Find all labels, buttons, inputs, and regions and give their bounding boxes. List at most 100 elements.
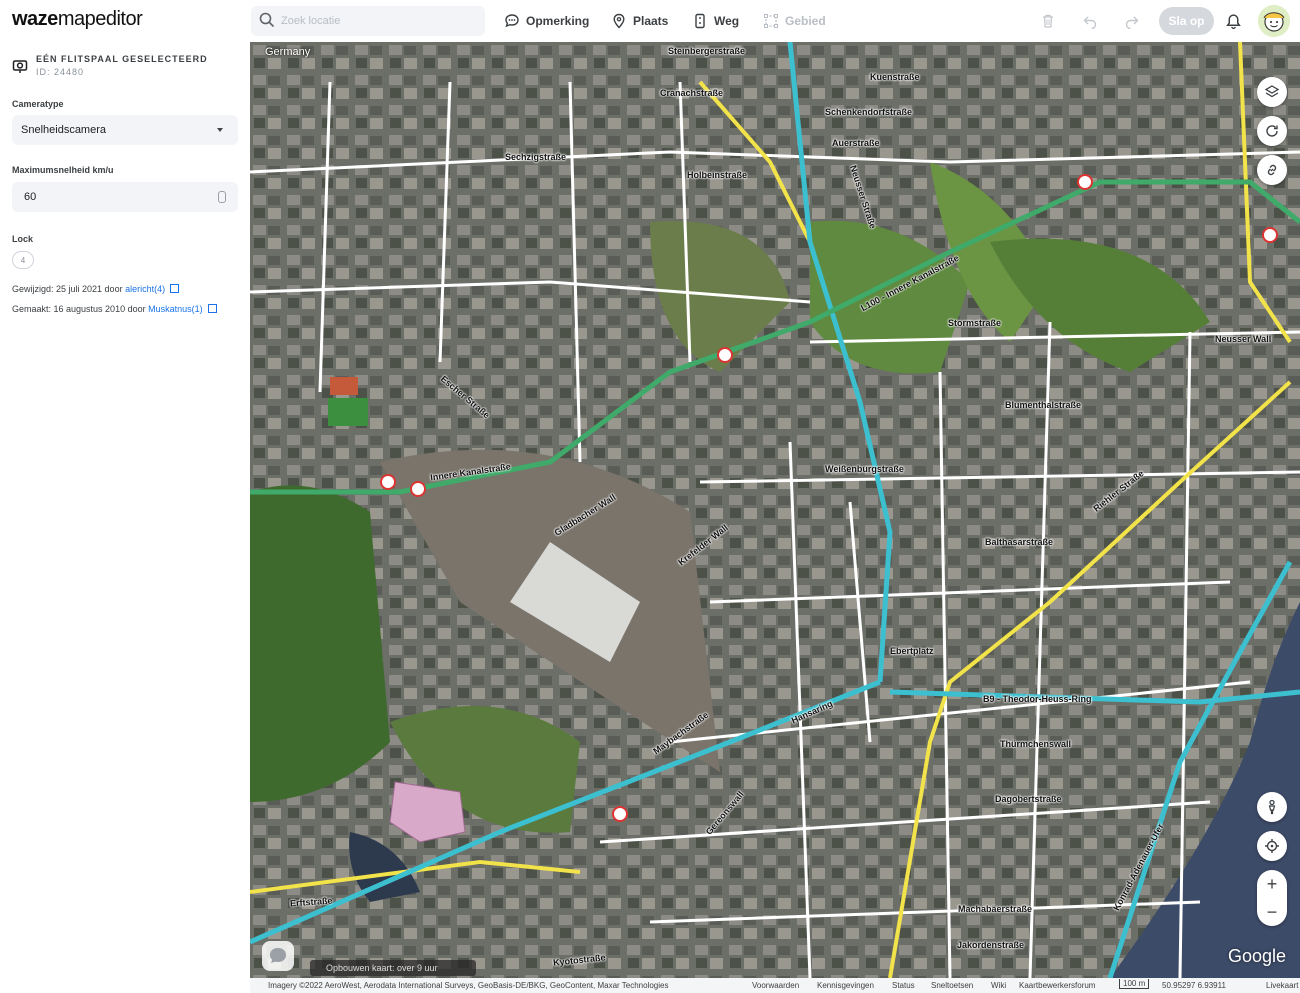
logo-light-text: mapeditor [57, 8, 143, 30]
lock-level-button[interactable]: 4 [12, 251, 34, 269]
street-label: Holbeinstraße [687, 170, 748, 180]
refresh-icon [1266, 125, 1278, 137]
status-link[interactable]: Status [892, 981, 915, 990]
street-label: Stormstraße [948, 318, 1002, 328]
terms-link[interactable]: Voorwaarden [752, 981, 799, 990]
street-label: Balthasarstraße [985, 537, 1054, 547]
stepper-icon[interactable] [218, 191, 226, 203]
area-tool-button[interactable]: Gebied [763, 11, 826, 31]
street-label: Sechzigstraße [505, 152, 567, 162]
updated-prefix: Gewijzigd: 25 juli 2021 door [12, 284, 123, 294]
road-tool-label: Weg [714, 14, 740, 28]
zoom-out-button[interactable]: − [1257, 898, 1287, 926]
zoom-control: + − [1257, 870, 1287, 926]
street-label: Schenkendorfstraße [825, 107, 913, 117]
user-avatar[interactable] [1258, 5, 1290, 37]
feature-sidebar: EÉN FLITSPAAL GESELECTEERD ID: 24480 Cam… [0, 42, 250, 993]
bell-icon [1225, 13, 1241, 29]
camera-type-value: Snelheidscamera [21, 124, 106, 136]
search-box[interactable] [251, 6, 485, 36]
layers-button[interactable] [1257, 77, 1287, 107]
scale-bar: 100 m [1119, 979, 1150, 989]
chevron-down-icon [217, 128, 223, 132]
undo-icon [1083, 16, 1097, 29]
updated-user-link[interactable]: alericht(4) [125, 284, 165, 294]
wiki-link[interactable]: Wiki [991, 981, 1006, 990]
imagery-attribution: Imagery ©2022 AeroWest, Aerodata Interna… [268, 981, 669, 990]
street-label: Weißenburgstraße [825, 464, 904, 474]
camera-type-select[interactable]: Snelheidscamera [12, 115, 238, 145]
street-label: Blumenthalstraße [1005, 400, 1082, 410]
feature-header: EÉN FLITSPAAL GESELECTEERD ID: 24480 [12, 54, 208, 77]
waze-logo[interactable]: wazemapeditor [12, 8, 143, 31]
max-speed-label: Maximumsnelheid km/u [12, 165, 114, 175]
external-link-icon[interactable] [170, 284, 180, 293]
map-loading-text: Opbouwen kaart: over 9 uur [326, 963, 438, 973]
comment-tool-label: Opmerking [526, 14, 590, 28]
map-loading-indicator: Opbouwen kaart: over 9 uur [310, 960, 476, 976]
notices-link[interactable]: Kennisgevingen [817, 981, 874, 990]
redo-button[interactable] [1122, 11, 1142, 31]
map-canvas[interactable]: Germany Steinbergerstraße Kuenstraße Cra… [250, 42, 1300, 978]
external-link-icon[interactable] [207, 304, 217, 313]
coordinates: 50.95297 6.93911 [1162, 981, 1226, 990]
place-tool-button[interactable]: Plaats [611, 11, 668, 31]
street-label: B9 - Theodor-Heuss-Ring [983, 694, 1092, 704]
livemap-link[interactable]: Livekaart [1266, 981, 1298, 990]
google-logo: Google [1228, 946, 1287, 966]
forum-link[interactable]: Kaartbewerkersforum [1019, 981, 1095, 990]
street-label: Thürmchenswall [1000, 739, 1072, 749]
street-label: Auerstraße [832, 138, 880, 148]
street-label: Kuenstraße [870, 72, 920, 82]
place-tool-label: Plaats [633, 14, 669, 28]
updated-info: Gewijzigd: 25 juli 2021 door alericht(4) [12, 284, 180, 294]
comment-tool-button[interactable]: Opmerking [504, 11, 589, 31]
street-label: Dagobertstraße [995, 794, 1062, 804]
area-icon [764, 14, 778, 28]
street-view-button[interactable] [1257, 792, 1287, 822]
crosshair-icon [1265, 839, 1279, 853]
chat-icon [270, 948, 286, 963]
refresh-button[interactable] [1257, 116, 1287, 146]
notifications-button[interactable] [1223, 11, 1243, 31]
chat-button[interactable] [262, 941, 294, 971]
map-footer: Imagery ©2022 AeroWest, Aerodata Interna… [250, 978, 1300, 993]
country-label: Germany [265, 46, 311, 58]
speed-camera-icon [12, 60, 28, 73]
feature-title: EÉN FLITSPAAL GESELECTEERD [36, 54, 208, 64]
road-icon [695, 13, 705, 29]
created-prefix: Gemaakt: 16 augustus 2010 door [12, 304, 146, 314]
wazer-avatar-icon [1258, 5, 1290, 37]
camera-type-label: Cameratype [12, 99, 64, 109]
created-user-link[interactable]: Muskatnus(1) [148, 304, 203, 314]
comment-icon [505, 14, 519, 28]
feature-id: ID: 24480 [36, 67, 85, 77]
zoom-in-button[interactable]: + [1257, 870, 1287, 898]
top-bar: wazemapeditor Opmerking Plaats Weg Gebie… [0, 0, 1300, 42]
street-label: Ebertplatz [890, 646, 934, 656]
delete-button[interactable] [1038, 11, 1058, 31]
street-label: Jakordenstraße [957, 940, 1025, 950]
link-icon [1267, 164, 1277, 176]
shortcuts-link[interactable]: Sneltoetsen [931, 981, 973, 990]
locate-me-button[interactable] [1257, 831, 1287, 861]
search-input[interactable] [281, 11, 471, 31]
search-icon [259, 12, 275, 28]
road-tool-button[interactable]: Weg [692, 11, 739, 31]
street-label: Machabäerstraße [958, 904, 1033, 914]
created-info: Gemaakt: 16 augustus 2010 door Muskatnus… [12, 304, 217, 314]
max-speed-input[interactable]: 60 [12, 182, 238, 212]
logo-bold-text: waze [12, 8, 58, 30]
pin-icon [613, 13, 625, 29]
street-label: Steinbergerstraße [668, 46, 746, 56]
max-speed-value: 60 [24, 191, 37, 203]
street-label: Cranachstraße [660, 88, 724, 98]
lock-label: Lock [12, 234, 34, 244]
layers-icon [1264, 85, 1280, 98]
trash-icon [1043, 14, 1053, 28]
save-button[interactable]: Sla op [1159, 7, 1214, 35]
redo-icon [1125, 16, 1139, 29]
satellite-imagery [250, 42, 1300, 978]
undo-button[interactable] [1080, 11, 1100, 31]
permalink-button[interactable] [1257, 155, 1287, 185]
